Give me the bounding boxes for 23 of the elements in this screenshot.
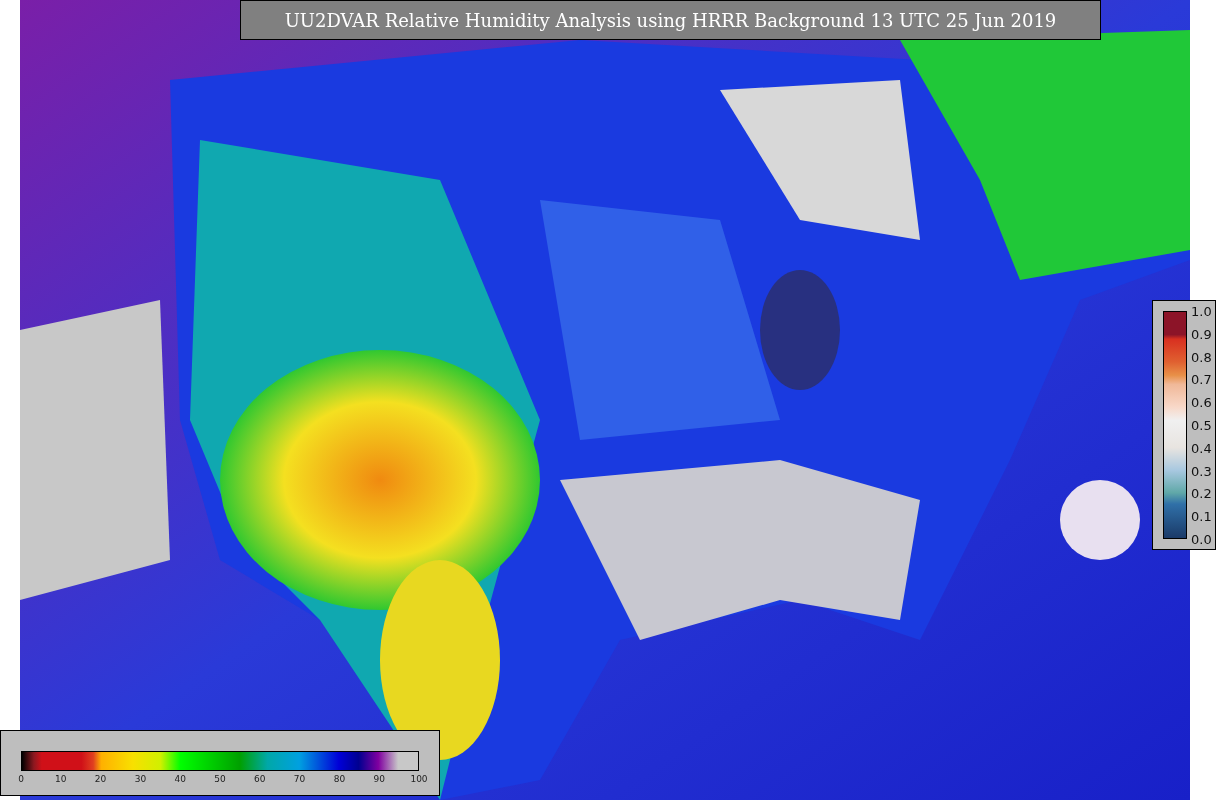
- colorbar-tick-label: 0.2: [1191, 486, 1212, 500]
- colorbar-tick-label: 1.0: [1191, 304, 1212, 318]
- colorbar-tick-label: 30: [134, 775, 147, 784]
- colorbar-tick-label: 70: [293, 775, 306, 784]
- colorbar-tick-label: 0.4: [1191, 441, 1212, 455]
- colorbar-tick-label: 0.8: [1191, 350, 1212, 364]
- colorbar-tick-label: 0.3: [1191, 464, 1212, 478]
- colorbar-tick-label: 20: [94, 775, 107, 784]
- colorbar-tick-label: 80: [333, 775, 346, 784]
- colorbar-tick-label: 50: [214, 775, 226, 784]
- colorbar-tick-label: 100: [410, 775, 428, 784]
- colorbar-tick-label: 60: [254, 775, 266, 784]
- colorbar-tick-label: 0.7: [1191, 372, 1212, 386]
- colorbar-tick-label: 40: [174, 775, 186, 784]
- colorbar-tick-label: 0.0: [1191, 532, 1212, 546]
- colorbar-tick-label: 0.1: [1191, 509, 1212, 523]
- colorbar-tick-label: 10: [55, 775, 67, 784]
- colorbar-tick-label: 0.6: [1191, 395, 1212, 409]
- colorbar-tick-label: 0: [18, 775, 24, 784]
- colorbar-tick-label: 90: [373, 775, 385, 784]
- colorbar-tick-label: 0.5: [1191, 418, 1212, 432]
- colorbar-tick-label: 0.9: [1191, 327, 1212, 341]
- map-title: UU2DVAR Relative Humidity Analysis using HRRR Background 13 UTC 25 Jun 2019: [240, 0, 1101, 40]
